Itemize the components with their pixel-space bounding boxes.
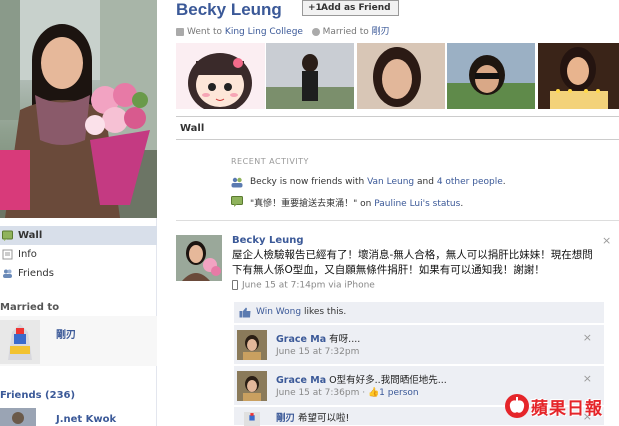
comment-like-count[interactable]: 1 person — [379, 388, 418, 398]
photo-thumb-5-art — [538, 43, 619, 109]
friends-icon — [3, 269, 12, 278]
watermark-text: 蘋果日報 — [531, 399, 603, 419]
comment-close-icon[interactable]: × — [583, 372, 592, 385]
profile-name[interactable]: Becky Leung — [176, 0, 282, 20]
photo-thumb-1[interactable] — [176, 43, 265, 109]
photo-thumb-4-art — [447, 43, 535, 109]
info-icon — [2, 249, 13, 260]
apple-logo-icon — [505, 394, 529, 418]
activity-and: and — [417, 177, 434, 187]
spouse-name[interactable]: 剛刃 — [56, 326, 76, 341]
photo-thumb-1-art — [176, 43, 265, 109]
post-close-icon[interactable]: × — [602, 234, 611, 247]
likes-row: Win Wong likes this. — [234, 302, 604, 324]
like-thumb-icon — [239, 307, 251, 318]
school-link[interactable]: King Ling College — [225, 27, 303, 37]
nav-item-wall[interactable]: Wall — [0, 226, 157, 245]
profile-info-line: Went to King Ling College Married to 剛刃 — [176, 24, 390, 37]
comment-time[interactable]: June 15 at 7:32pm — [276, 347, 359, 357]
friends-activity-icon — [231, 177, 243, 188]
post-avatar[interactable] — [176, 235, 222, 281]
activity-comment-suffix: . — [460, 199, 464, 209]
nav-item-info[interactable]: Info — [0, 245, 157, 264]
nav-item-friends[interactable]: Friends — [0, 264, 157, 283]
activity-friend-link[interactable]: Van Leung — [367, 177, 414, 187]
photo-thumb-5[interactable] — [538, 43, 619, 109]
comment-avatar[interactable] — [237, 412, 267, 426]
photo-thumb-2[interactable] — [266, 43, 354, 109]
comment-avatar[interactable] — [237, 330, 267, 360]
friend-list-item[interactable]: J.net Kwok — [0, 406, 157, 426]
divider — [176, 220, 619, 221]
comment-author[interactable]: Grace Ma — [276, 375, 326, 386]
comment-author[interactable]: Grace Ma — [276, 334, 326, 345]
friend-avatar[interactable] — [0, 408, 36, 426]
wall-icon — [2, 230, 13, 241]
left-column: Wall Info Friends Married to 剛刃 Friends … — [0, 0, 157, 426]
married-to-title: Married to — [0, 302, 60, 313]
add-friend-button[interactable]: +1 Add as Friend — [302, 0, 399, 16]
comment-activity-icon — [231, 196, 243, 207]
friend-name[interactable]: J.net Kwok — [56, 414, 116, 425]
likes-suffix: likes this. — [303, 307, 347, 317]
photo-strip — [176, 43, 619, 109]
activity-friends-prefix: Becky is now friends with — [250, 177, 365, 187]
went-to-prefix: Went to — [187, 27, 223, 37]
post-text: 屋企人檢驗報告已經有了！壞消息-無人合格，無人可以捐肝比妹妹！現在想問下有無人係… — [232, 249, 593, 276]
activity-others-link[interactable]: 4 other people — [437, 177, 503, 187]
married-prefix: Married to — [322, 27, 369, 37]
add-friend-label: Add as Friend — [321, 3, 391, 13]
comment-text: 希望可以啦! — [298, 413, 350, 424]
nav-label-info: Info — [18, 249, 37, 260]
newspaper-watermark: 蘋果日報 — [505, 392, 617, 420]
comment-like-icon: 👍 — [367, 388, 380, 398]
activity-comment-quote: "真慘！重要搶送去東涌！" on — [250, 199, 372, 209]
profile-photo[interactable] — [0, 0, 157, 218]
recent-activity-title: RECENT ACTIVITY — [231, 157, 309, 166]
friends-title[interactable]: Friends (236) — [0, 390, 75, 401]
nav-label-wall: Wall — [18, 230, 43, 241]
comment-text: 有呀.... — [329, 334, 361, 345]
nav-label-friends: Friends — [18, 268, 54, 279]
comment-close-icon[interactable]: × — [583, 331, 592, 344]
heart-icon — [311, 27, 320, 36]
comment-text: O型有好多..我問晒佢地先... — [329, 375, 447, 386]
post-author[interactable]: Becky Leung — [232, 235, 304, 246]
activity-status-link[interactable]: Pauline Lui's status — [374, 199, 460, 209]
comment-avatar[interactable] — [237, 371, 267, 401]
photo-thumb-3[interactable] — [357, 43, 445, 109]
tab-wall-label: Wall — [180, 123, 205, 134]
add-friend-icon: +1 — [308, 3, 322, 13]
post-avatar-art — [176, 235, 222, 281]
left-nav: Wall Info Friends — [0, 226, 157, 283]
comment-time-row: June 15 at 7:36pm · 👍1 person — [276, 388, 419, 398]
school-icon — [176, 27, 184, 36]
liker-name[interactable]: Win Wong — [256, 307, 301, 317]
photo-thumb-3-art — [357, 43, 445, 109]
photo-thumb-4[interactable] — [447, 43, 535, 109]
spouse-avatar[interactable] — [0, 320, 40, 364]
profile-photo-art — [0, 0, 157, 218]
comment-author[interactable]: 剛刃 — [276, 413, 295, 424]
comment-item: Grace Ma 有呀.... June 15 at 7:32pm × — [234, 325, 604, 365]
tab-wall[interactable]: Wall — [176, 116, 619, 140]
spouse-card[interactable]: 剛刃 — [0, 316, 157, 366]
mobile-icon — [232, 280, 238, 290]
post-meta: June 15 at 7:14pm via iPhone — [232, 280, 375, 291]
activity-friends-suffix: . — [502, 177, 506, 187]
post-timestamp[interactable]: June 15 at 7:14pm via iPhone — [242, 281, 375, 291]
spouse-link[interactable]: 剛刃 — [372, 27, 390, 37]
comment-time[interactable]: June 15 at 7:36pm · — [276, 388, 368, 398]
photo-thumb-2-art — [266, 43, 354, 109]
apple-logo-art — [509, 397, 525, 413]
